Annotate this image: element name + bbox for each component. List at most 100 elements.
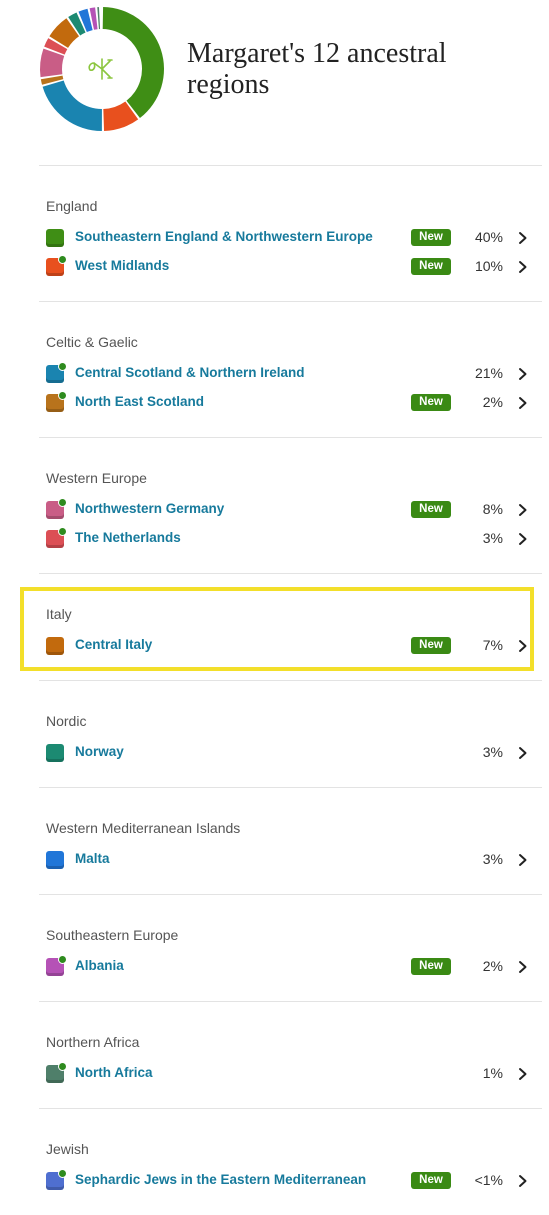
region-group-name: Italy [46,606,72,622]
donut-slice [42,80,102,131]
region-percent: 40% [474,229,503,245]
region-group: Western Mediterranean Islands Malta 3% [39,787,542,894]
chevron-right-icon[interactable] [516,366,530,382]
chevron-right-icon[interactable] [516,1173,530,1189]
region-link[interactable]: The Netherlands [75,530,181,545]
region-percent: 21% [474,365,503,381]
region-link[interactable]: West Midlands [75,258,169,273]
region-percent: 3% [482,530,503,546]
region-color-swatch [46,362,67,383]
region-color-swatch [46,637,64,655]
region-color-swatch [46,1169,67,1190]
region-color-swatch [46,229,64,247]
new-indicator-dot [58,527,67,536]
region-group: Italy Central Italy New 7% [39,573,542,680]
region-color-swatch [46,255,67,276]
region-row[interactable]: Northwestern Germany New 8% [39,498,542,522]
chevron-right-icon[interactable] [516,395,530,411]
region-percent: <1% [474,1172,503,1188]
region-percent: 2% [482,958,503,974]
chevron-right-icon[interactable] [516,852,530,868]
chevron-right-icon[interactable] [516,531,530,547]
chevron-right-icon[interactable] [516,745,530,761]
region-group-name: Southeastern Europe [46,927,179,943]
region-percent: 3% [482,851,503,867]
region-group: England Southeastern England & Northweste… [39,165,542,301]
region-row[interactable]: North East Scotland New 2% [39,391,542,415]
donut-slice [97,7,101,30]
region-percent: 10% [474,258,503,274]
chevron-right-icon[interactable] [516,959,530,975]
region-group: Northern Africa North Africa 1% [39,1001,542,1108]
region-row[interactable]: Malta 3% [39,848,542,872]
region-group-name: Jewish [46,1141,89,1157]
new-indicator-dot [58,1169,67,1178]
ethnicity-donut-chart [40,7,164,131]
new-indicator-dot [58,955,67,964]
region-color-swatch [46,1062,67,1083]
new-badge: New [411,258,451,275]
region-group: Celtic & Gaelic Central Scotland & Northe… [39,301,542,437]
new-badge: New [411,1172,451,1189]
new-badge: New [411,958,451,975]
page-title: Margaret's 12 ancestral regions [187,38,447,100]
region-percent: 3% [482,744,503,760]
region-row[interactable]: West Midlands New 10% [39,255,542,279]
region-color-swatch [46,851,64,869]
region-color-swatch [46,527,67,548]
region-group-name: Celtic & Gaelic [46,334,138,350]
new-indicator-dot [58,391,67,400]
region-link[interactable]: North Africa [75,1065,153,1080]
region-group: Western Europe Northwestern Germany New 8% T… [39,437,542,573]
region-row[interactable]: Albania New 2% [39,955,542,979]
page-header: Margaret's 12 ancestral regions [0,0,549,140]
chevron-right-icon[interactable] [516,259,530,275]
region-percent: 8% [482,501,503,517]
region-row[interactable]: Sephardic Jews in the Eastern Mediterran… [39,1169,542,1193]
new-badge: New [411,229,451,246]
region-link[interactable]: Norway [75,744,124,759]
region-row[interactable]: Central Italy New 7% [39,634,542,658]
region-link[interactable]: Central Scotland & Northern Ireland [75,365,305,380]
region-row[interactable]: Southeastern England & Northwestern Euro… [39,226,542,250]
region-row[interactable]: Norway 3% [39,741,542,765]
region-link[interactable]: Albania [75,958,124,973]
new-badge: New [411,394,451,411]
chevron-right-icon[interactable] [516,1066,530,1082]
ancestry-leaf-icon [88,58,113,80]
new-indicator-dot [58,498,67,507]
region-link[interactable]: Northwestern Germany [75,501,224,516]
region-percent: 1% [482,1065,503,1081]
region-group: Jewish Sephardic Jews in the Eastern Medi… [39,1108,542,1215]
donut-slice [102,7,164,119]
region-link[interactable]: Malta [75,851,110,866]
new-indicator-dot [58,1062,67,1071]
region-row[interactable]: The Netherlands 3% [39,527,542,551]
region-link[interactable]: North East Scotland [75,394,204,409]
chevron-right-icon[interactable] [516,638,530,654]
region-link[interactable]: Sephardic Jews in the Eastern Mediterran… [75,1172,366,1187]
region-groups-list: England Southeastern England & Northweste… [39,165,542,1215]
region-row[interactable]: Central Scotland & Northern Ireland 21% [39,362,542,386]
region-group: Nordic Norway 3% [39,680,542,787]
region-group-name: Nordic [46,713,87,729]
region-color-swatch [46,955,67,976]
region-group-name: Northern Africa [46,1034,140,1050]
region-link[interactable]: Southeastern England & Northwestern Euro… [75,229,373,244]
chevron-right-icon[interactable] [516,230,530,246]
region-color-swatch [46,498,67,519]
region-link[interactable]: Central Italy [75,637,152,652]
region-group-name: Western Mediterranean Islands [46,820,241,836]
region-color-swatch [46,391,67,412]
new-indicator-dot [58,255,67,264]
region-group: Southeastern Europe Albania New 2% [39,894,542,1001]
region-percent: 2% [482,394,503,410]
new-badge: New [411,637,451,654]
chevron-right-icon[interactable] [516,502,530,518]
new-badge: New [411,501,451,518]
region-group-name: Western Europe [46,470,147,486]
region-percent: 7% [482,637,503,653]
new-indicator-dot [58,362,67,371]
region-group-name: England [46,198,98,214]
region-row[interactable]: North Africa 1% [39,1062,542,1086]
